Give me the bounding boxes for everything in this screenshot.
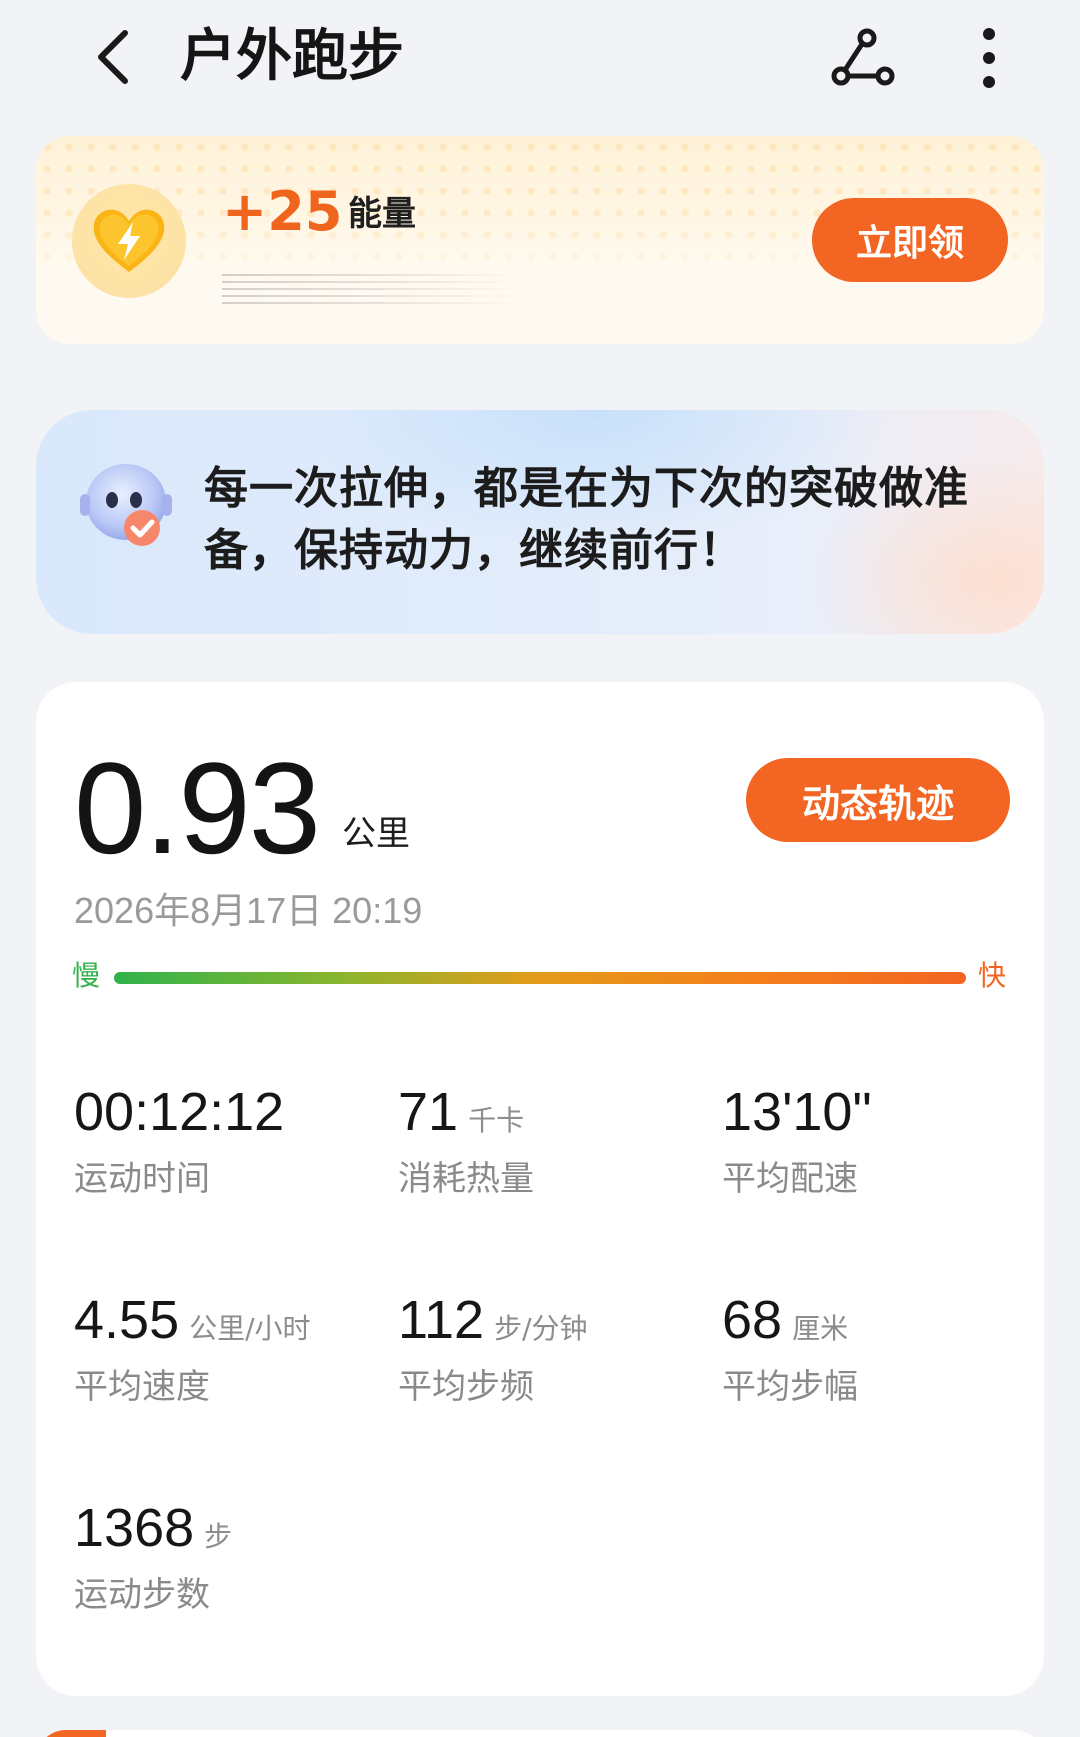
- claim-energy-button[interactable]: 立即领: [812, 198, 1008, 282]
- page-title: 户外跑步: [180, 24, 404, 89]
- metric-label: 平均步频: [398, 1367, 534, 1407]
- metric-calories: 71 千卡 消耗热量: [398, 1080, 534, 1201]
- distance-value: 0.93: [74, 735, 321, 881]
- energy-label: 能量: [348, 194, 416, 234]
- energy-amount: +25: [222, 180, 343, 243]
- metric-value: 13'10": [722, 1082, 872, 1142]
- metric-duration: 00:12:12 运动时间: [74, 1080, 294, 1201]
- metric-label: 平均配速: [722, 1159, 858, 1199]
- chevron-left-icon: [98, 30, 128, 84]
- metric-value: 4.55 公里/小时: [74, 1290, 311, 1350]
- metric-avg-speed: 4.55 公里/小时 平均速度: [74, 1288, 311, 1409]
- metric-label: 消耗热量: [398, 1159, 534, 1199]
- metric-value: 68 厘米: [722, 1290, 849, 1350]
- pace-gradient-bar: [114, 972, 966, 984]
- more-vertical-icon: [983, 28, 995, 88]
- metric-avg-stride: 68 厘米 平均步幅: [722, 1288, 858, 1409]
- pace-fast-label: 快: [978, 959, 1007, 992]
- metric-avg-pace: 13'10" 平均配速: [722, 1080, 882, 1201]
- back-button[interactable]: [78, 22, 148, 92]
- app-header: 户外跑步: [0, 0, 1080, 120]
- metric-label: 运动步数: [74, 1575, 210, 1615]
- motivation-card: 每一次拉伸，都是在为下次的突破做准备，保持动力，继续前行！: [36, 410, 1044, 634]
- metric-value: 71 千卡: [398, 1082, 525, 1142]
- more-options-button[interactable]: [954, 20, 1024, 96]
- metric-label: 平均步幅: [722, 1367, 858, 1407]
- metric-value: 00:12:12: [74, 1082, 285, 1142]
- metric-avg-cadence: 112 步/分钟 平均步频: [398, 1288, 588, 1409]
- workout-stats-card: 0.93 公里 动态轨迹 2026年8月17日 20:19 慢 快 00:12:…: [36, 682, 1044, 1696]
- robot-avatar-icon: [74, 448, 184, 558]
- metric-label: 运动时间: [74, 1159, 210, 1199]
- workout-datetime: 2026年8月17日 20:19: [74, 890, 423, 931]
- metric-value: 112 步/分钟: [398, 1290, 588, 1350]
- energy-reward-card: +25 能量 立即领: [36, 136, 1044, 344]
- pace-slow-label: 慢: [72, 959, 101, 992]
- next-card-peek: [36, 1730, 1044, 1737]
- heart-bolt-icon: [72, 184, 186, 298]
- metric-value: 1368 步: [74, 1498, 233, 1558]
- metric-label: 平均速度: [74, 1367, 210, 1407]
- distance-unit: 公里: [342, 814, 410, 854]
- blurred-subtitle: [222, 274, 522, 304]
- motivation-text: 每一次拉伸，都是在为下次的突破做准备，保持动力，继续前行！: [204, 463, 969, 576]
- dynamic-track-button[interactable]: 动态轨迹: [746, 758, 1010, 842]
- metric-steps: 1368 步 运动步数: [74, 1496, 232, 1617]
- route-share-icon: [831, 28, 895, 86]
- route-share-button[interactable]: [826, 20, 902, 96]
